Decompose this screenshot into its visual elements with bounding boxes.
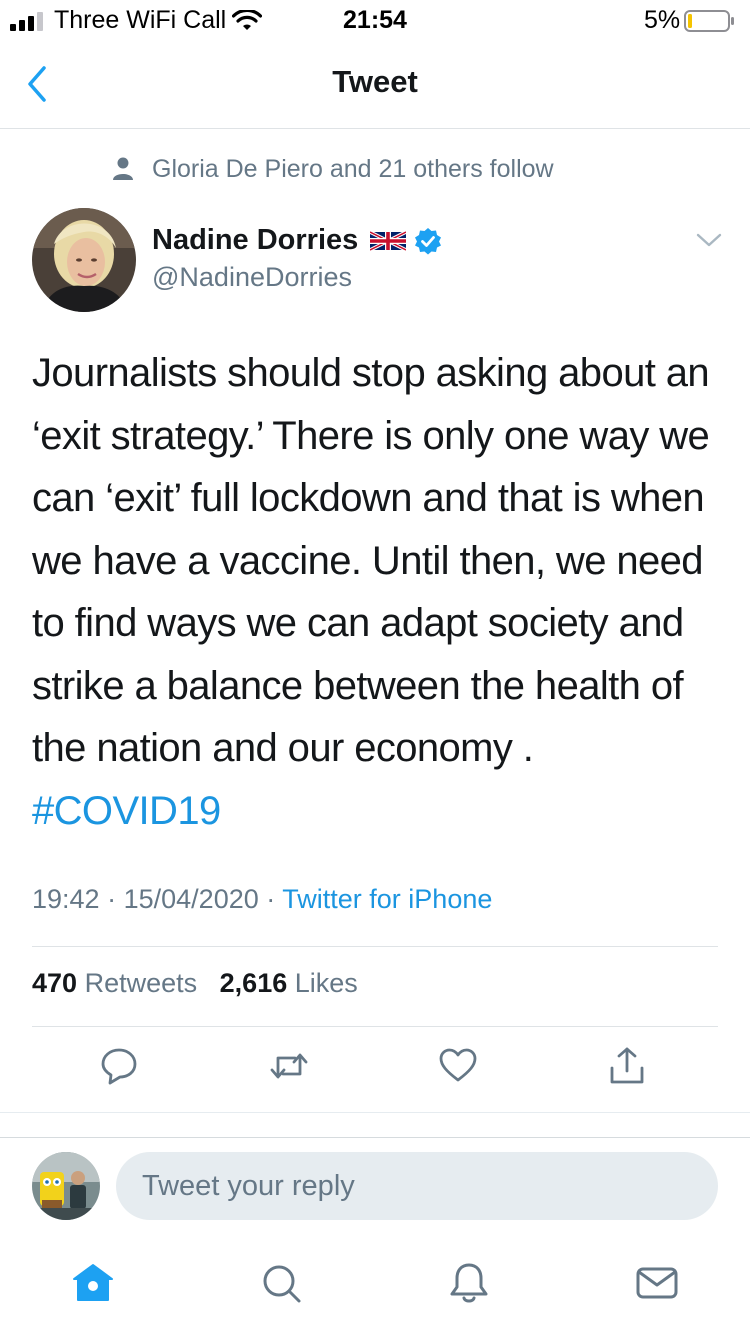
verified-badge-icon (415, 227, 442, 254)
home-icon[interactable] (70, 1260, 116, 1306)
meta-separator: · (266, 884, 276, 914)
reply-placeholder: Tweet your reply (142, 1170, 355, 1202)
reply-input[interactable]: Tweet your reply (116, 1152, 718, 1220)
tweet-actions (0, 1046, 750, 1096)
tweet-time: 19:42 (32, 884, 100, 914)
author-name[interactable]: Nadine Dorries (152, 224, 442, 257)
author-handle[interactable]: @NadineDorries (152, 262, 352, 293)
user-avatar-image (32, 1152, 100, 1220)
section-separator (0, 1112, 750, 1138)
share-icon[interactable] (607, 1046, 647, 1086)
tab-bar (0, 1236, 750, 1334)
user-avatar[interactable] (32, 1152, 100, 1220)
status-time: 21:54 (343, 6, 407, 34)
chevron-down-icon[interactable] (694, 230, 724, 250)
retweets-label: Retweets (84, 968, 198, 998)
author-name-text: Nadine Dorries (152, 224, 359, 256)
meta-separator: · (107, 884, 117, 914)
social-context[interactable]: Gloria De Piero and 21 others follow (112, 152, 554, 186)
tweet-source-link[interactable]: Twitter for iPhone (282, 884, 492, 914)
likes-label: Likes (294, 968, 358, 998)
likes-count: 2,616 (219, 968, 288, 998)
avatar-image (32, 208, 136, 312)
battery-icon (684, 10, 734, 32)
tweet-meta: 19:42 · 15/04/2020 · Twitter for iPhone (32, 884, 492, 915)
tweet-date: 15/04/2020 (123, 884, 259, 914)
divider (32, 946, 718, 947)
status-bar: Three WiFi Call 21:54 5% (0, 0, 750, 40)
tweet-text: Journalists should stop asking about an … (32, 342, 732, 842)
retweet-icon[interactable] (269, 1046, 309, 1086)
likes-stat[interactable]: 2,616 Likes (220, 968, 358, 998)
battery-percent: 5% (644, 6, 681, 34)
retweets-stat[interactable]: 470 Retweets (32, 968, 197, 998)
divider (32, 1026, 718, 1027)
search-icon[interactable] (258, 1260, 304, 1306)
reply-icon[interactable] (99, 1046, 139, 1086)
tweet-body: Journalists should stop asking about an … (32, 351, 710, 770)
person-icon (113, 157, 133, 180)
hashtag-link[interactable]: #COVID19 (32, 789, 221, 833)
messages-icon[interactable] (634, 1260, 680, 1306)
tweet-stats: 470 Retweets 2,616 Likes (32, 968, 358, 999)
navigation-bar: Tweet (0, 40, 750, 129)
retweets-count: 470 (32, 968, 78, 998)
uk-flag-icon (370, 229, 407, 252)
social-context-text: Gloria De Piero and 21 others follow (152, 154, 554, 183)
page-title: Tweet (332, 64, 418, 99)
author-avatar[interactable] (32, 208, 136, 312)
like-icon[interactable] (438, 1046, 478, 1086)
notifications-icon[interactable] (446, 1260, 492, 1306)
